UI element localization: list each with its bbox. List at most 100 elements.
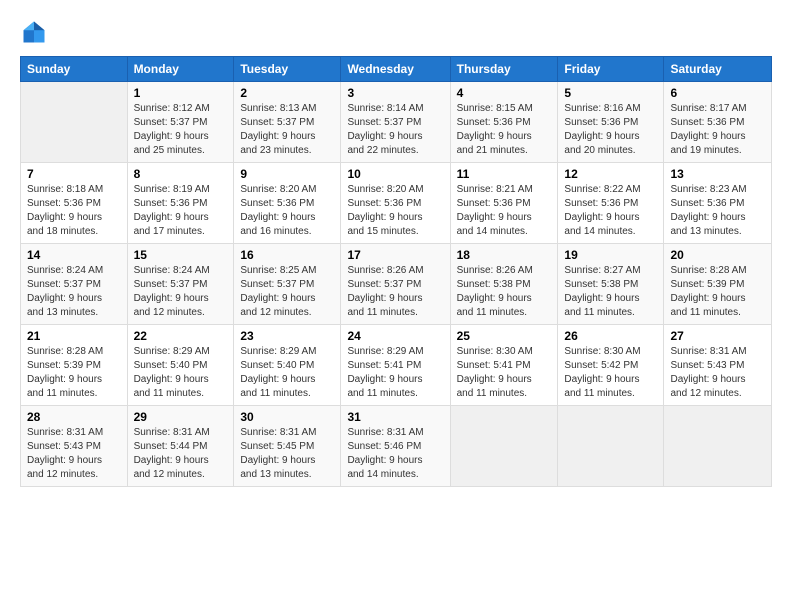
day-number: 18 (457, 248, 552, 262)
day-cell: 4Sunrise: 8:15 AM Sunset: 5:36 PM Daylig… (450, 82, 558, 163)
day-info: Sunrise: 8:26 AM Sunset: 5:38 PM Dayligh… (457, 264, 552, 320)
day-number: 19 (564, 248, 657, 262)
day-info: Sunrise: 8:23 AM Sunset: 5:36 PM Dayligh… (670, 183, 765, 239)
day-number: 17 (347, 248, 443, 262)
logo-icon (20, 18, 48, 46)
week-row-5: 28 Sunrise: 8:31 AM Sunset: 5:43 PM Dayli… (21, 406, 772, 487)
day-info: Sunrise: 8:31 AM Sunset: 5:43 PM Dayligh… (670, 345, 765, 401)
day-info: Sunrise: 8:25 AM Sunset: 5:37 PM Dayligh… (240, 264, 334, 320)
week-row-4: 21 Sunrise: 8:28 AM Sunset: 5:39 PM Dayli… (21, 325, 772, 406)
day-number: 4 (457, 86, 552, 100)
header (20, 18, 772, 46)
day-number: 27 (670, 329, 765, 343)
day-number: 22 (134, 329, 228, 343)
day-cell: 25Sunrise: 8:30 AM Sunset: 5:41 PM Dayli… (450, 325, 558, 406)
day-number: 11 (457, 167, 552, 181)
header-row: SundayMondayTuesdayWednesdayThursdayFrid… (21, 57, 772, 82)
day-info: Sunrise: 8:26 AM Sunset: 5:37 PM Dayligh… (347, 264, 443, 320)
day-number: 16 (240, 248, 334, 262)
day-number: 15 (134, 248, 228, 262)
day-number: 2 (240, 86, 334, 100)
day-cell (664, 406, 772, 487)
day-number: 13 (670, 167, 765, 181)
day-cell: 8 Sunrise: 8:19 AM Sunset: 5:36 PM Daylig… (127, 163, 234, 244)
day-number: 10 (347, 167, 443, 181)
day-info: Sunrise: 8:29 AM Sunset: 5:41 PM Dayligh… (347, 345, 443, 401)
day-info: Sunrise: 8:14 AM Sunset: 5:37 PM Dayligh… (347, 102, 443, 158)
day-cell: 3 Sunrise: 8:14 AM Sunset: 5:37 PM Daylig… (341, 82, 450, 163)
day-cell: 9 Sunrise: 8:20 AM Sunset: 5:36 PM Daylig… (234, 163, 341, 244)
day-cell: 2Sunrise: 8:13 AM Sunset: 5:37 PM Daylig… (234, 82, 341, 163)
day-info: Sunrise: 8:16 AM Sunset: 5:36 PM Dayligh… (564, 102, 657, 158)
day-cell: 13 Sunrise: 8:23 AM Sunset: 5:36 PM Dayli… (664, 163, 772, 244)
week-row-3: 14 Sunrise: 8:24 AM Sunset: 5:37 PM Dayli… (21, 244, 772, 325)
day-number: 29 (134, 410, 228, 424)
day-cell: 1 Sunrise: 8:12 AM Sunset: 5:37 PM Daylig… (127, 82, 234, 163)
day-info: Sunrise: 8:29 AM Sunset: 5:40 PM Dayligh… (240, 345, 334, 401)
header-cell-thursday: Thursday (450, 57, 558, 82)
day-cell: 7Sunrise: 8:18 AM Sunset: 5:36 PM Daylig… (21, 163, 128, 244)
week-row-2: 7Sunrise: 8:18 AM Sunset: 5:36 PM Daylig… (21, 163, 772, 244)
day-number: 30 (240, 410, 334, 424)
day-number: 1 (134, 86, 228, 100)
day-number: 24 (347, 329, 443, 343)
day-cell: 31 Sunrise: 8:31 AM Sunset: 5:46 PM Dayli… (341, 406, 450, 487)
day-info: Sunrise: 8:31 AM Sunset: 5:45 PM Dayligh… (240, 426, 334, 482)
day-info: Sunrise: 8:24 AM Sunset: 5:37 PM Dayligh… (134, 264, 228, 320)
day-cell (21, 82, 128, 163)
header-cell-monday: Monday (127, 57, 234, 82)
day-number: 8 (134, 167, 228, 181)
day-info: Sunrise: 8:24 AM Sunset: 5:37 PM Dayligh… (27, 264, 121, 320)
day-number: 31 (347, 410, 443, 424)
page-container: SundayMondayTuesdayWednesdayThursdayFrid… (0, 0, 792, 497)
day-info: Sunrise: 8:29 AM Sunset: 5:40 PM Dayligh… (134, 345, 228, 401)
day-info: Sunrise: 8:20 AM Sunset: 5:36 PM Dayligh… (240, 183, 334, 239)
header-cell-friday: Friday (558, 57, 664, 82)
day-info: Sunrise: 8:31 AM Sunset: 5:43 PM Dayligh… (27, 426, 121, 482)
day-number: 3 (347, 86, 443, 100)
day-info: Sunrise: 8:28 AM Sunset: 5:39 PM Dayligh… (27, 345, 121, 401)
day-cell (450, 406, 558, 487)
day-info: Sunrise: 8:19 AM Sunset: 5:36 PM Dayligh… (134, 183, 228, 239)
day-cell: 30 Sunrise: 8:31 AM Sunset: 5:45 PM Dayli… (234, 406, 341, 487)
day-number: 12 (564, 167, 657, 181)
day-number: 6 (670, 86, 765, 100)
day-info: Sunrise: 8:12 AM Sunset: 5:37 PM Dayligh… (134, 102, 228, 158)
day-cell: 11 Sunrise: 8:21 AM Sunset: 5:36 PM Dayli… (450, 163, 558, 244)
day-number: 26 (564, 329, 657, 343)
day-info: Sunrise: 8:20 AM Sunset: 5:36 PM Dayligh… (347, 183, 443, 239)
day-cell: 19Sunrise: 8:27 AM Sunset: 5:38 PM Dayli… (558, 244, 664, 325)
day-info: Sunrise: 8:21 AM Sunset: 5:36 PM Dayligh… (457, 183, 552, 239)
day-number: 9 (240, 167, 334, 181)
day-number: 21 (27, 329, 121, 343)
header-cell-wednesday: Wednesday (341, 57, 450, 82)
day-cell: 17 Sunrise: 8:26 AM Sunset: 5:37 PM Dayli… (341, 244, 450, 325)
day-cell: 26 Sunrise: 8:30 AM Sunset: 5:42 PM Dayli… (558, 325, 664, 406)
day-cell: 5Sunrise: 8:16 AM Sunset: 5:36 PM Daylig… (558, 82, 664, 163)
day-info: Sunrise: 8:31 AM Sunset: 5:46 PM Dayligh… (347, 426, 443, 482)
day-cell: 16 Sunrise: 8:25 AM Sunset: 5:37 PM Dayli… (234, 244, 341, 325)
day-cell: 29 Sunrise: 8:31 AM Sunset: 5:44 PM Dayli… (127, 406, 234, 487)
day-cell: 10 Sunrise: 8:20 AM Sunset: 5:36 PM Dayli… (341, 163, 450, 244)
logo (20, 18, 52, 46)
day-info: Sunrise: 8:17 AM Sunset: 5:36 PM Dayligh… (670, 102, 765, 158)
day-cell: 6 Sunrise: 8:17 AM Sunset: 5:36 PM Daylig… (664, 82, 772, 163)
day-info: Sunrise: 8:28 AM Sunset: 5:39 PM Dayligh… (670, 264, 765, 320)
day-number: 14 (27, 248, 121, 262)
day-number: 20 (670, 248, 765, 262)
header-cell-sunday: Sunday (21, 57, 128, 82)
day-cell: 23 Sunrise: 8:29 AM Sunset: 5:40 PM Dayli… (234, 325, 341, 406)
week-row-1: 1 Sunrise: 8:12 AM Sunset: 5:37 PM Daylig… (21, 82, 772, 163)
calendar-table: SundayMondayTuesdayWednesdayThursdayFrid… (20, 56, 772, 487)
day-number: 7 (27, 167, 121, 181)
day-info: Sunrise: 8:31 AM Sunset: 5:44 PM Dayligh… (134, 426, 228, 482)
day-number: 23 (240, 329, 334, 343)
day-cell: 12Sunrise: 8:22 AM Sunset: 5:36 PM Dayli… (558, 163, 664, 244)
day-cell: 28 Sunrise: 8:31 AM Sunset: 5:43 PM Dayli… (21, 406, 128, 487)
day-cell: 21 Sunrise: 8:28 AM Sunset: 5:39 PM Dayli… (21, 325, 128, 406)
day-cell (558, 406, 664, 487)
header-cell-tuesday: Tuesday (234, 57, 341, 82)
day-number: 28 (27, 410, 121, 424)
day-info: Sunrise: 8:30 AM Sunset: 5:42 PM Dayligh… (564, 345, 657, 401)
day-cell: 15 Sunrise: 8:24 AM Sunset: 5:37 PM Dayli… (127, 244, 234, 325)
